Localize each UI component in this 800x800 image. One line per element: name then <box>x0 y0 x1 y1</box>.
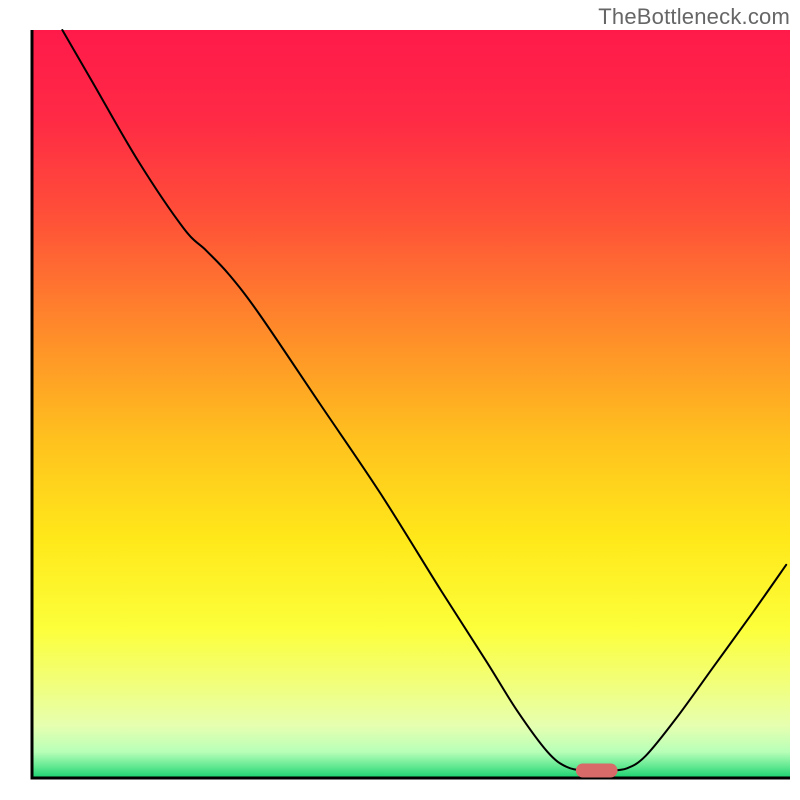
watermark-text: TheBottleneck.com <box>598 4 790 30</box>
optimal-marker <box>576 764 618 778</box>
plot-background <box>32 30 790 778</box>
bottleneck-chart <box>0 0 800 800</box>
chart-container: TheBottleneck.com <box>0 0 800 800</box>
